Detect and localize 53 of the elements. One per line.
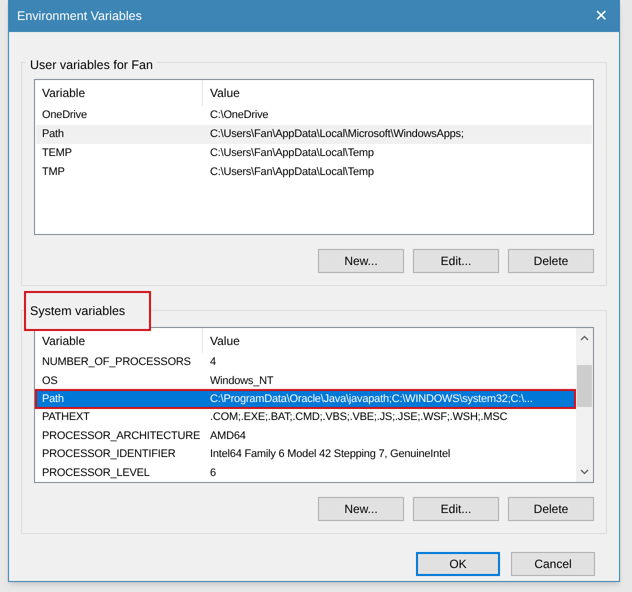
table-cell-text: C:\ProgramData\Oracle\Java\javapath;C:\WINDOWS\system32;C:\...: [209, 392, 533, 407]
cancel-button[interactable]: Cancel: [511, 552, 595, 576]
table-cell-text: C:\Users\Fan\AppData\Local\Temp: [209, 146, 374, 162]
table-cell-text: TMP: [41, 165, 66, 180]
table-row[interactable]: PROCESSOR_ARCHITECTURE AMD64: [36, 426, 575, 446]
table-row[interactable]: PATHEXT .COM;.EXE;.BAT;.CMD;.VBS;.VBE;.JS;.JSE;.WSF;.WSH;.MSC: [36, 408, 575, 427]
table-row[interactable]: OneDrive C:\OneDrive: [36, 106, 592, 125]
table-cell-text: Windows_NT: [209, 374, 274, 389]
table-cell-text: AMD64: [209, 428, 246, 444]
table-row[interactable]: TMP C:\Users\Fan\AppData\Local\Temp: [36, 163, 592, 182]
column-header[interactable]: Variable: [35, 328, 203, 354]
table-cell-text: Intel64 Family 6 Model 42 Stepping 7, GenuineIntel: [209, 447, 450, 462]
column-header[interactable]: Value: [203, 328, 576, 354]
delete-button[interactable]: Delete: [508, 249, 594, 273]
edit-button[interactable]: Edit...: [413, 497, 499, 521]
table-row[interactable]: NUMBER_OF_PROCESSORS 4: [36, 353, 575, 372]
table-cell-text: C:\OneDrive: [209, 108, 268, 124]
table-row[interactable]: TEMP C:\Users\Fan\AppData\Local\Temp: [36, 144, 592, 163]
table-row[interactable]: PROCESSOR_LEVEL 6: [36, 464, 575, 482]
table-cell-text: 4: [209, 355, 216, 370]
table-row[interactable]: Path C:\Users\Fan\AppData\Local\Microsoft\WindowsApps;: [36, 125, 592, 144]
window-title: Environment Variables: [17, 8, 142, 26]
table-cell-text: Path: [41, 392, 65, 407]
table-cell-text: PROCESSOR_ARCHITECTURE: [41, 428, 202, 444]
table-row[interactable]: OS Windows_NT: [36, 372, 575, 390]
table-cell-text: PROCESSOR_IDENTIFIER: [41, 447, 177, 462]
table-cell-text: TEMP: [41, 146, 73, 162]
ok-button[interactable]: OK: [416, 552, 500, 576]
scrollbar-thumb[interactable]: [577, 365, 592, 407]
table-row[interactable]: Path C:\ProgramData\Oracle\Java\javapath;C:\WINDOWS\system32;C:\...: [36, 390, 575, 408]
list-box[interactable]: [34, 327, 594, 483]
new-button[interactable]: New...: [318, 497, 404, 521]
table-cell-text: OS: [41, 374, 58, 389]
chevron-up-icon[interactable]: [580, 335, 589, 341]
delete-button[interactable]: Delete: [508, 497, 594, 521]
list-box[interactable]: Variable Value OneDrive C:\OneDrive Path C:\Users\Fan\AppData\Local\Microsoft\WindowsApps; TEMP C:\Users\Fan\AppData\Local\Temp TMP C:\Users\Fan\AppData\Local\Temp: [34, 79, 594, 235]
table-cell-text: C:\Users\Fan\AppData\Local\Temp: [209, 165, 374, 180]
table-cell-text: 6: [209, 466, 216, 481]
edit-button[interactable]: Edit...: [413, 249, 499, 273]
scrollbar[interactable]: [576, 328, 593, 482]
table-cell-text: Path: [41, 127, 65, 142]
table-cell-text: PROCESSOR_LEVEL: [41, 466, 151, 481]
table-cell-text: .COM;.EXE;.BAT;.CMD;.VBS;.VBE;.JS;.JSE;.WSF;.WSH;.MSC: [209, 410, 508, 426]
close-button[interactable]: ✕: [583, 1, 619, 32]
table-row[interactable]: PROCESSOR_IDENTIFIER Intel64 Family 6 Model 42 Stepping 7, GenuineIntel: [36, 445, 575, 464]
table-cell-text: OneDrive: [41, 108, 88, 124]
table-cell-text: C:\Users\Fan\AppData\Local\Microsoft\WindowsApps;: [209, 127, 464, 142]
table-cell-text: PATHEXT: [41, 410, 91, 426]
column-header[interactable]: Variable: [35, 80, 203, 106]
table-cell-text: NUMBER_OF_PROCESSORS: [41, 355, 192, 370]
chevron-down-icon[interactable]: [580, 469, 589, 475]
new-button[interactable]: New...: [318, 249, 404, 273]
column-header[interactable]: Value: [203, 80, 593, 106]
